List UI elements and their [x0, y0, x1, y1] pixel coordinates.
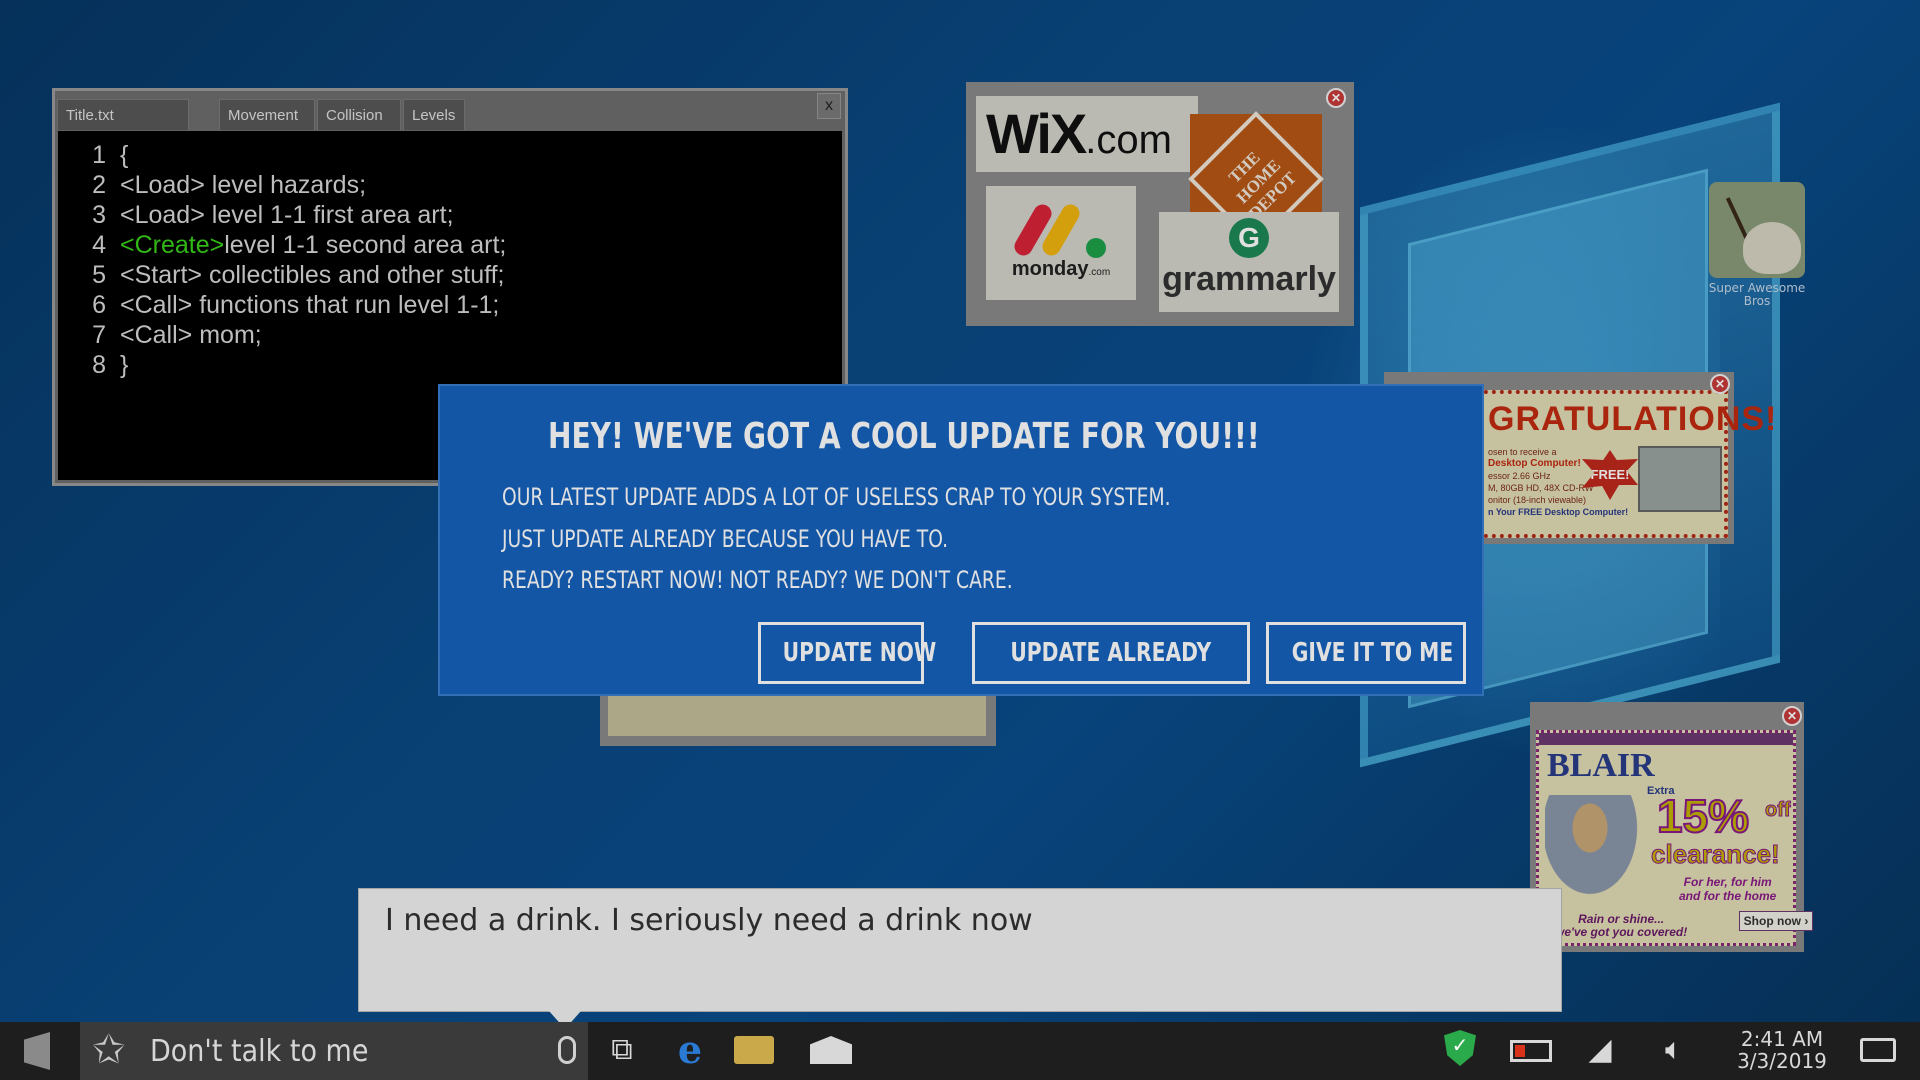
close-icon[interactable]: ✕ — [1326, 88, 1346, 108]
ad-off: off — [1765, 799, 1792, 822]
dialog-message-1: OUR LATEST UPDATE ADDS A LOT OF USELESS … — [502, 483, 1171, 511]
dialog-message-3: READY? RESTART NOW! NOT READY? WE DON'T … — [502, 566, 1013, 594]
ad-popup-blair[interactable]: BLAIR Extra 15% off clearance! For her, … — [1530, 702, 1813, 952]
shield-icon[interactable]: ✓ — [1444, 1030, 1478, 1070]
update-dialog: HEY! WE'VE GOT A COOL UPDATE FOR YOU!!! … — [438, 384, 1484, 696]
start-icon[interactable] — [24, 1032, 50, 1070]
close-icon[interactable]: ✕ — [1710, 374, 1730, 394]
give-it-to-me-button[interactable]: GIVE IT TO ME — [1266, 622, 1466, 684]
code-line: 8} — [92, 351, 129, 379]
mail-icon[interactable] — [810, 1030, 854, 1070]
code-line: 1{ — [92, 141, 129, 169]
close-icon[interactable]: ✕ — [1782, 706, 1802, 726]
volume-icon[interactable]: 🔈︎ — [1646, 1030, 1702, 1070]
code-line: 5 <Start> collectibles and other stuff; — [92, 261, 505, 289]
ad-brand: BLAIR — [1547, 747, 1655, 784]
ad-clearance: clearance! — [1651, 839, 1781, 870]
search-placeholder: Don't talk to me — [150, 1034, 369, 1069]
task-view-icon[interactable]: ⧉ — [600, 1030, 644, 1070]
battery-icon[interactable] — [1510, 1030, 1558, 1070]
code-line: 7 <Call> mom; — [92, 321, 262, 349]
wifi-icon[interactable]: ◢ — [1580, 1030, 1620, 1070]
desktop-icon-super-awesome-bros[interactable]: Super Awesome Bros — [1702, 182, 1812, 308]
grammarly-logo: G grammarly — [1159, 212, 1339, 312]
ad-rain-text: Rain or shine... we've got you covered! — [1555, 912, 1688, 939]
speech-text: I need a drink. I seriously need a drink… — [385, 903, 1033, 938]
code-line: 2 <Load> level hazards; — [92, 171, 367, 199]
ad-popup-logos[interactable]: WiX.com THE HOME DEPOT monday.com G gram… — [966, 82, 1354, 326]
wix-logo: WiX.com — [976, 96, 1198, 172]
editor-tabs: Title.txt Movement Collision Levels x — [55, 91, 845, 131]
assistant-speech-bubble: I need a drink. I seriously need a drink… — [358, 888, 1562, 1029]
notification-icon[interactable] — [1860, 1030, 1900, 1070]
dialog-title: HEY! WE'VE GOT A COOL UPDATE FOR YOU!!! — [548, 416, 1260, 457]
code-line: 6 <Call> functions that run level 1-1; — [92, 291, 500, 319]
computer-image — [1638, 446, 1722, 512]
tab-collision[interactable]: Collision — [317, 99, 401, 130]
ad-navbar — [1539, 733, 1793, 745]
monday-logo: monday.com — [986, 186, 1136, 300]
ad-tagline: For her, for him and for the home — [1679, 875, 1777, 903]
system-clock[interactable]: 2:41 AM 3/3/2019 — [1730, 1028, 1834, 1072]
tab-levels[interactable]: Levels — [403, 99, 465, 130]
clock-time: 2:41 AM — [1740, 1027, 1824, 1051]
code-line: 3 <Load> level 1-1 first area art; — [92, 201, 454, 229]
taskbar: ✩ Don't talk to me ⧉ e ✓ ◢ 🔈︎ 2:41 AM 3/… — [0, 1022, 1920, 1080]
tab-movement[interactable]: Movement — [219, 99, 315, 130]
search-star-icon: ✩ — [92, 1028, 126, 1072]
code-line: 4 <Create> level 1-1 second area art; — [92, 231, 507, 259]
microphone-icon[interactable] — [558, 1036, 576, 1064]
update-already-button[interactable]: UPDATE ALREADY — [972, 622, 1250, 684]
search-box[interactable]: ✩ Don't talk to me — [80, 1022, 588, 1080]
ad-percent: 15% — [1656, 789, 1750, 843]
update-now-button[interactable]: UPDATE NOW — [758, 622, 936, 684]
edge-icon[interactable]: e — [670, 1030, 710, 1070]
desktop-icon-label: Super Awesome Bros — [1708, 281, 1806, 308]
game-icon — [1709, 182, 1805, 278]
shop-now-button[interactable]: Shop now › — [1739, 911, 1813, 931]
tab-title-txt[interactable]: Title.txt — [57, 99, 189, 130]
clock-date: 3/3/2019 — [1737, 1049, 1827, 1073]
dialog-message-2: JUST UPDATE ALREADY BECAUSE YOU HAVE TO. — [502, 525, 949, 553]
folder-icon[interactable] — [734, 1030, 778, 1070]
editor-close-button[interactable]: x — [817, 93, 841, 119]
